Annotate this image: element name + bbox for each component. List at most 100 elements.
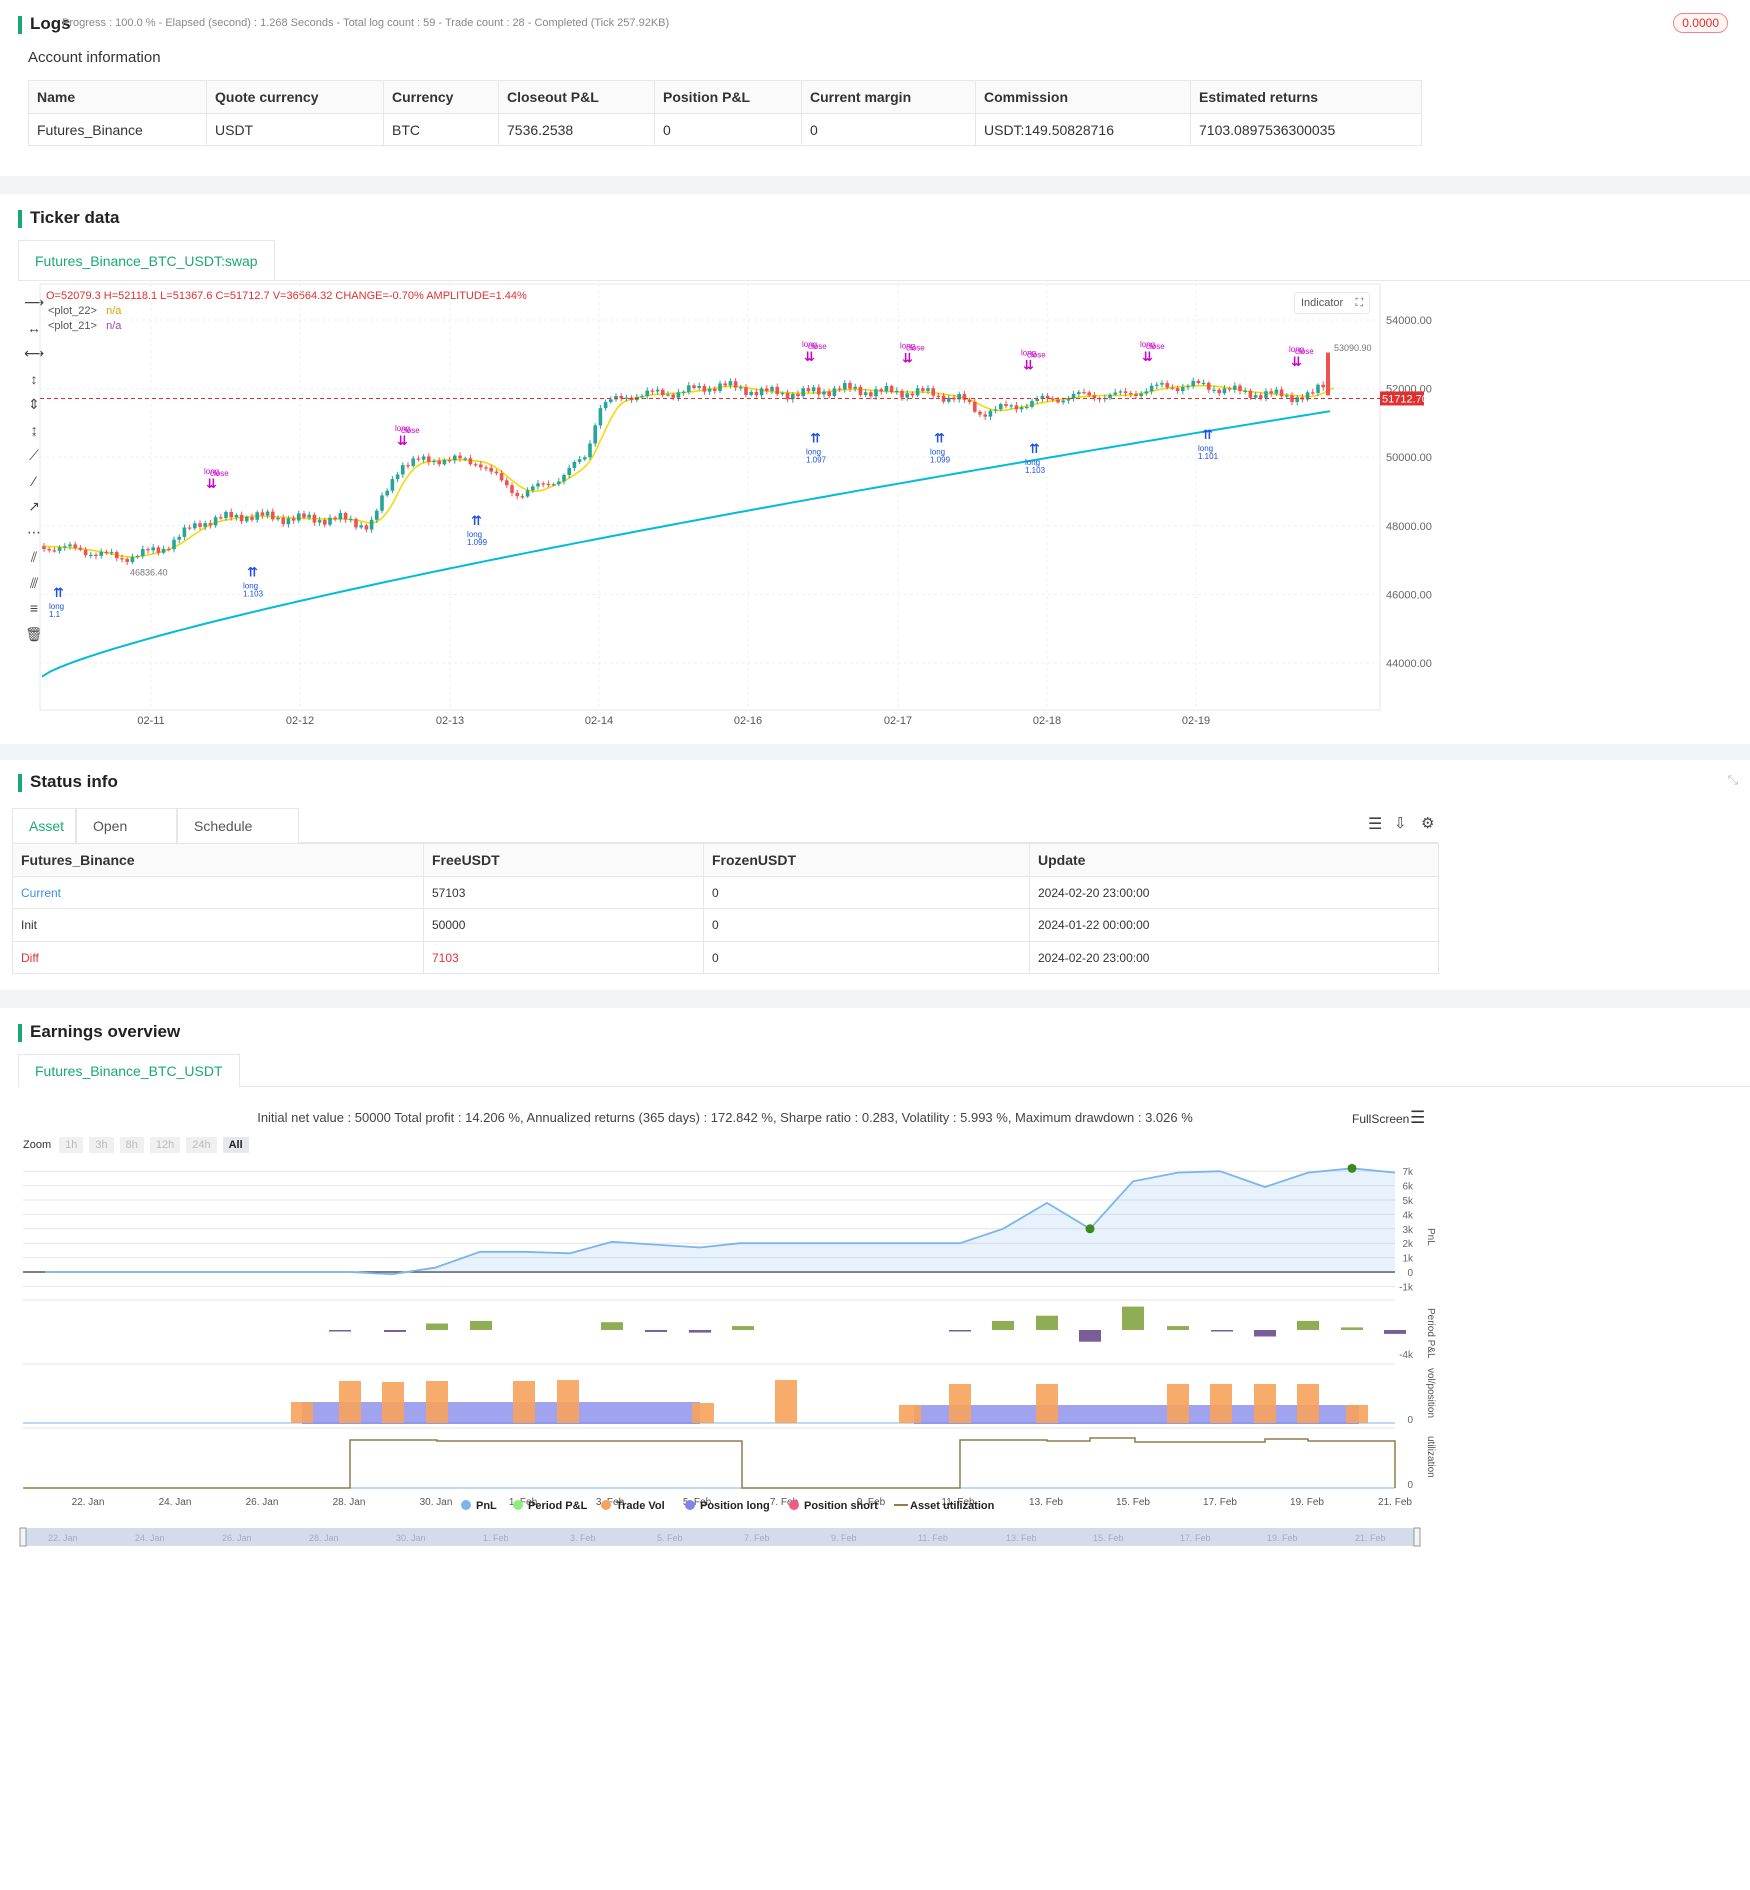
logs-panel: Logs Progress : 100.0 % - Elapsed (secon… [0, 0, 1750, 176]
tab-open-orders[interactable]: Open orders [76, 808, 177, 869]
status-title: Status info [18, 772, 118, 792]
long-label: long [49, 602, 64, 611]
zoom-3h[interactable]: 3h [89, 1137, 114, 1153]
candle-body [1071, 393, 1076, 399]
candle-body [276, 517, 280, 520]
fullscreen-button[interactable]: FullScreen [1352, 1112, 1409, 1126]
gear-icon[interactable]: ⚙ [1421, 814, 1434, 832]
vertical-line-icon[interactable]: ↕ [22, 367, 46, 393]
col-update: Update [1029, 843, 1439, 877]
ray-line-icon[interactable]: ⁄ [22, 469, 46, 495]
arrow-line-icon[interactable]: ↗ [22, 494, 46, 520]
indicator-button[interactable]: Indicator ⛶ [1294, 292, 1371, 314]
candle-body [479, 464, 483, 468]
trade-vol-bar [1167, 1384, 1189, 1423]
navigator-label: 13. Feb [1006, 1533, 1037, 1543]
parallel-channel-icon[interactable]: ⫽ [22, 545, 46, 571]
candle-body [629, 397, 634, 401]
candle-body [692, 385, 696, 388]
candle-body [1217, 389, 1221, 394]
trade-vol-bar [1254, 1384, 1276, 1423]
candle-body [666, 394, 670, 396]
period-pnl-bar [1036, 1315, 1058, 1330]
y-tick-label: 44000.00 [1386, 658, 1432, 670]
signal-label: long [900, 342, 915, 351]
candle-body [468, 458, 473, 465]
candle-body [978, 411, 982, 415]
candle-body [858, 386, 863, 395]
signal-label: long [395, 424, 410, 433]
candle-body [681, 391, 686, 393]
zoom-8h[interactable]: 8h [119, 1137, 144, 1153]
text-icon[interactable]: ≡ [22, 596, 46, 622]
expand-icon[interactable]: ⛶ [1356, 293, 1364, 313]
candle-body [718, 383, 722, 391]
list-icon[interactable]: ☰ [1368, 814, 1382, 834]
zoom-1h[interactable]: 1h [59, 1137, 84, 1153]
trade-vol-bar [1036, 1384, 1058, 1423]
navigator-label: 19. Feb [1267, 1533, 1298, 1543]
tab-asset[interactable]: Asset [12, 808, 76, 843]
candle-body [99, 551, 103, 556]
long-label: long [1198, 444, 1213, 453]
x-tick-label: 02-13 [436, 715, 464, 727]
candle-body [1227, 388, 1232, 390]
menu-icon[interactable]: ☰ [1410, 1108, 1425, 1128]
period-pnl-bar [1122, 1306, 1144, 1330]
tab-earnings-symbol[interactable]: Futures_Binance_BTC_USDT [18, 1054, 240, 1087]
candle-body [312, 514, 317, 523]
cross-line-icon[interactable]: ↨ [22, 418, 46, 444]
collapse-icon[interactable]: ⤡ [1728, 772, 1738, 788]
download-icon[interactable]: ⇩ [1394, 814, 1407, 832]
candle-body [89, 554, 93, 556]
legend-swatch [601, 1500, 611, 1510]
vertical-ray-icon[interactable]: ⇕ [22, 392, 46, 418]
candle-body [926, 388, 930, 391]
candle-body [749, 391, 753, 395]
candle-body [1253, 395, 1258, 398]
candle-body [1144, 391, 1149, 394]
trend-line-icon[interactable]: ⟋ [22, 443, 46, 469]
candle-body [583, 457, 587, 460]
long-label: long [467, 530, 482, 539]
period-pnl-bar [1079, 1330, 1101, 1342]
cell: 2024-02-20 23:00:00 [1029, 941, 1439, 974]
candle-body [1181, 386, 1185, 391]
zoom-12h[interactable]: 12h [149, 1137, 181, 1153]
extended-line-icon[interactable]: ⟷ [22, 341, 46, 367]
candle-body [1149, 385, 1154, 392]
candle-body [1077, 392, 1081, 394]
y-tick-label: 50000.00 [1386, 452, 1432, 464]
horizontal-ray-icon[interactable]: ⟶ [22, 290, 46, 316]
candle-body [536, 483, 540, 487]
legend-label: Position short [804, 1500, 878, 1512]
candle-body [1316, 384, 1320, 394]
tab-ticker-symbol[interactable]: Futures_Binance_BTC_USDT:swap [18, 240, 275, 280]
price-range-icon[interactable]: ⋯ [22, 520, 46, 546]
y-tick-label: 48000.00 [1386, 521, 1432, 533]
candle-body [1082, 392, 1086, 394]
candle-body [1305, 392, 1310, 400]
horizontal-line-icon[interactable]: ↔ [22, 316, 46, 342]
trash-icon[interactable]: 🗑 [22, 622, 46, 648]
earnings-title: Earnings overview [18, 1022, 180, 1042]
peak-marker [1347, 1163, 1357, 1173]
legend-swatch [461, 1500, 471, 1510]
candle-body [281, 517, 285, 525]
long-arrow: ⇈ [247, 564, 258, 579]
tab-schedule-orders[interactable]: Schedule orders [177, 808, 299, 869]
x-tick-label: 13. Feb [1029, 1497, 1063, 1508]
zoom-24h[interactable]: 24h [186, 1137, 217, 1153]
candle-body [733, 381, 738, 388]
candle-body [499, 473, 504, 481]
row-label-current[interactable]: Current [12, 876, 424, 909]
candle-body [1201, 382, 1206, 385]
trade-vol-bar [291, 1402, 313, 1423]
zoom-all[interactable]: All [222, 1137, 249, 1153]
signal-arrow: ⇊ [1023, 357, 1034, 372]
trade-vol-bar [692, 1403, 714, 1423]
signal-label: long [204, 467, 219, 476]
candle-body [744, 387, 748, 395]
legend-swatch [513, 1500, 523, 1510]
fib-icon[interactable]: ⫻ [22, 571, 46, 597]
